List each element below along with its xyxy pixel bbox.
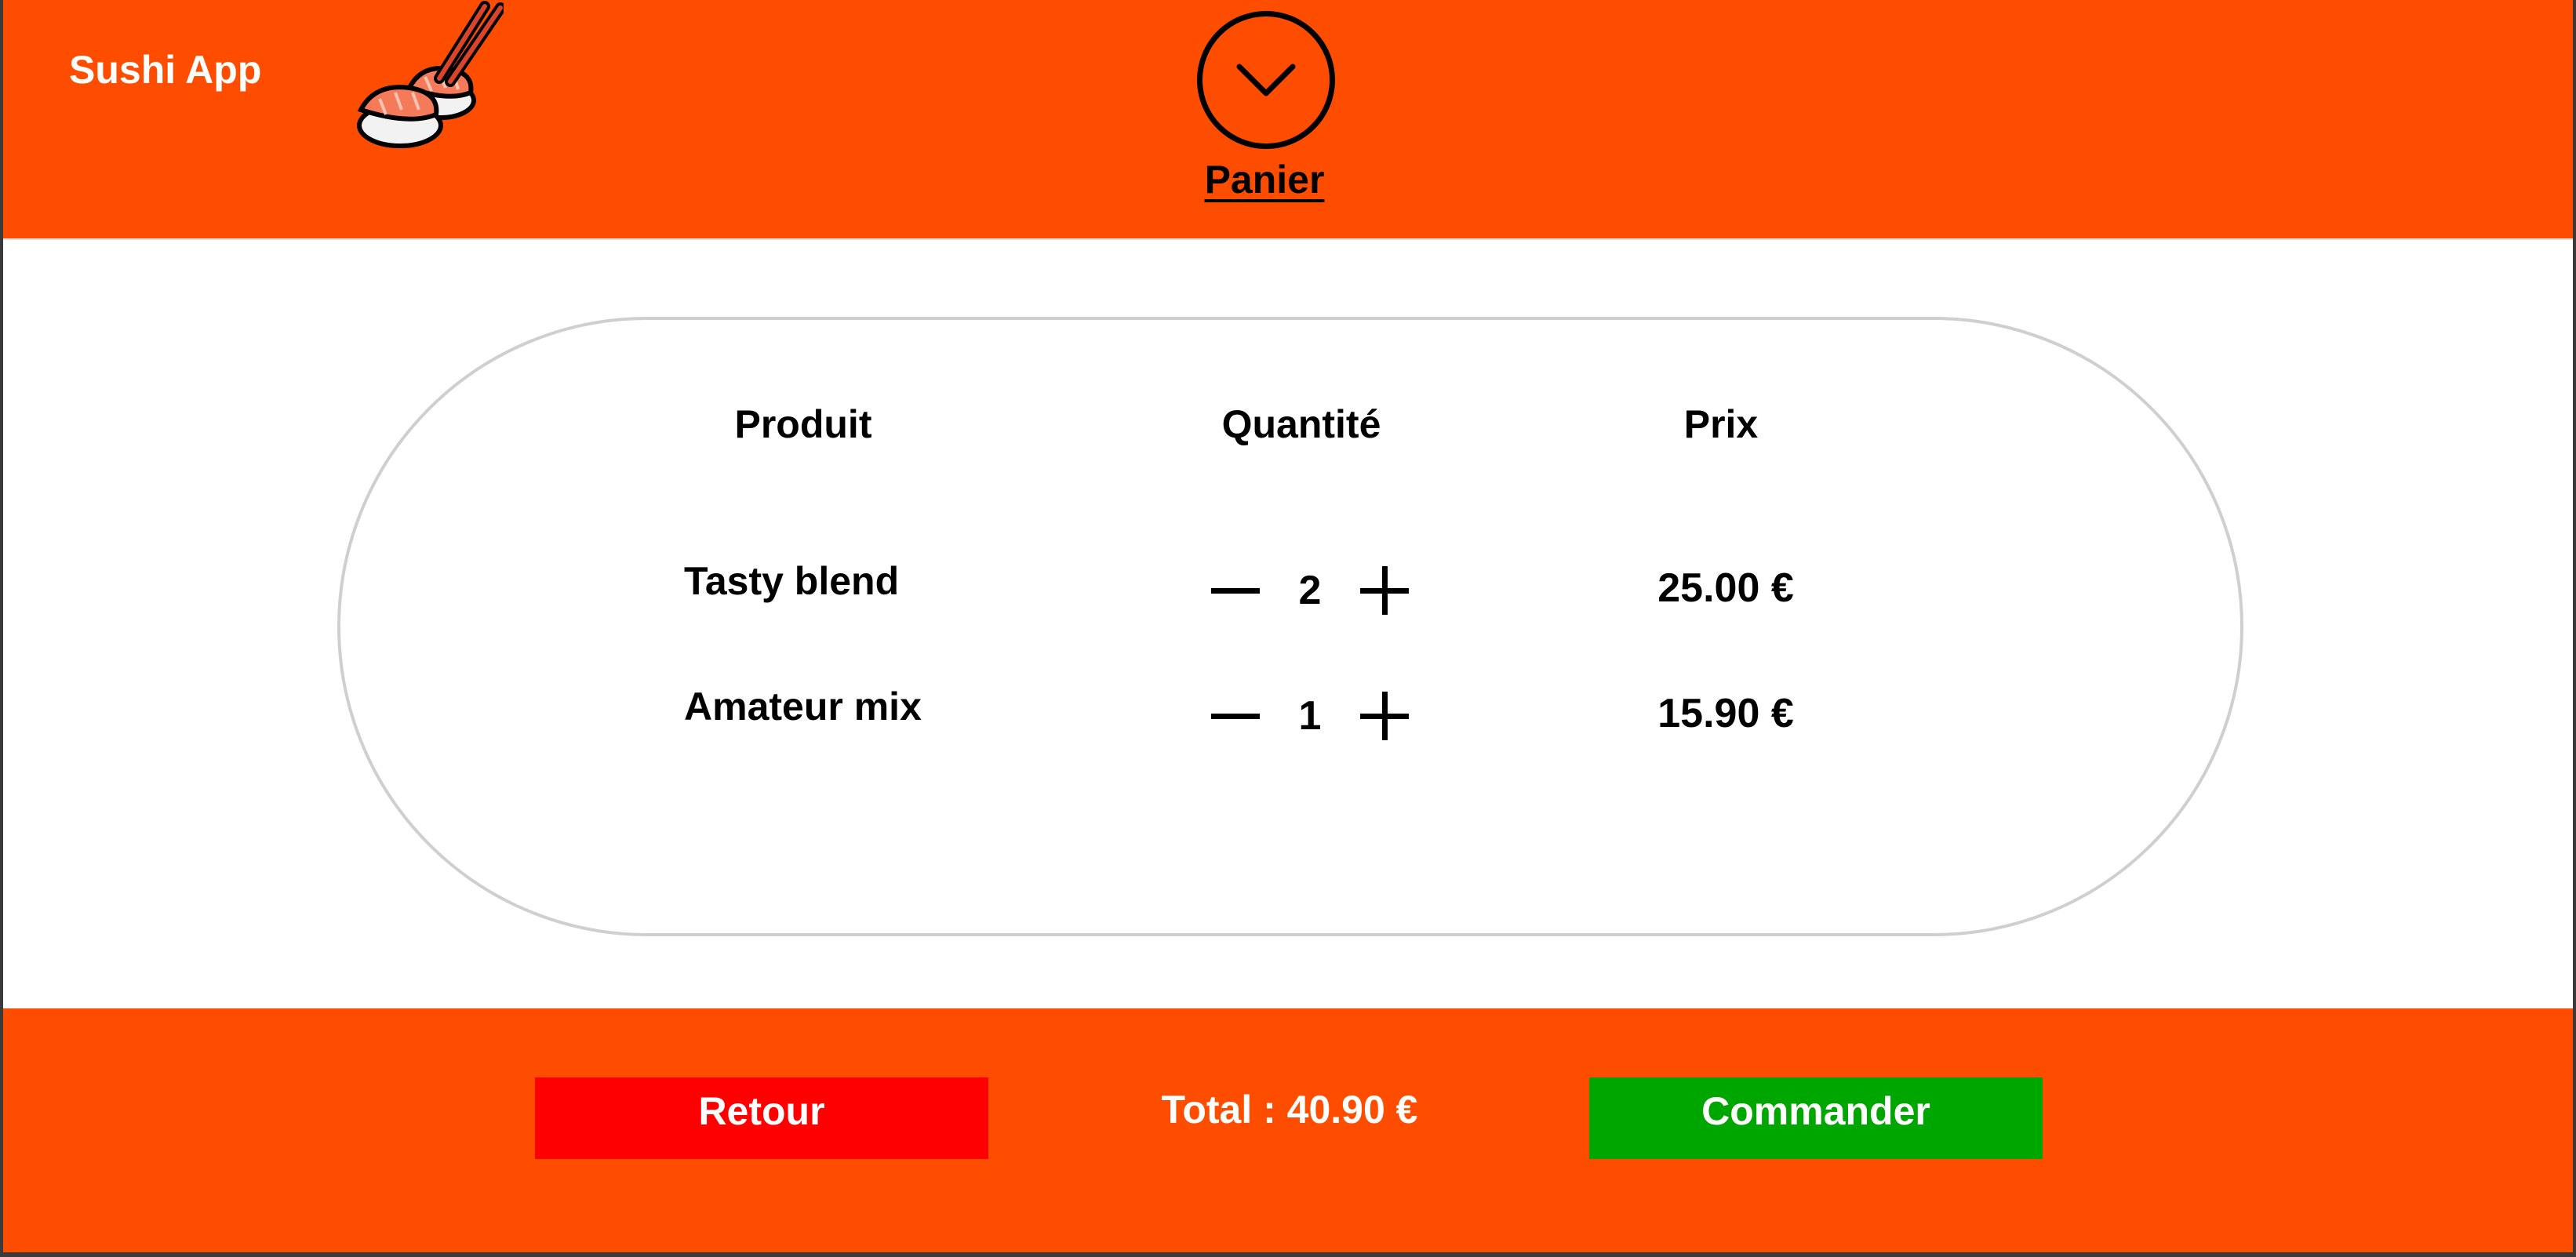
quantity-stepper: 2	[1208, 559, 1412, 622]
back-button[interactable]: Retour	[535, 1077, 988, 1159]
quantity-stepper: 1	[1208, 685, 1412, 747]
column-header-quantity: Quantité	[1221, 402, 1381, 446]
sushi-chopsticks-icon	[357, 1, 504, 148]
cart-item-price: 25.00 €	[1657, 565, 1794, 611]
footer-bar: Retour Total : 40.90 € Commander	[3, 1008, 2573, 1252]
cart-item-name: Tasty blend	[684, 559, 900, 603]
cart-item-name: Amateur mix	[684, 685, 922, 728]
order-button[interactable]: Commander	[1589, 1077, 2043, 1159]
app-window: Sushi App Panier Produit Quantité Prix T	[3, 0, 2573, 1252]
cart-title: Panier	[1204, 158, 1325, 202]
column-header-product: Produit	[734, 402, 872, 446]
decrease-quantity-button[interactable]	[1208, 563, 1263, 618]
cart-item-price: 15.90 €	[1657, 691, 1794, 736]
chevron-down-icon	[1236, 64, 1296, 96]
decrease-quantity-button[interactable]	[1208, 688, 1263, 743]
increase-quantity-button[interactable]	[1357, 563, 1412, 618]
increase-quantity-button[interactable]	[1357, 688, 1412, 743]
collapse-cart-button[interactable]	[1197, 11, 1335, 149]
quantity-value: 2	[1298, 568, 1322, 613]
minus-icon	[1211, 588, 1260, 594]
quantity-value: 1	[1298, 693, 1322, 739]
column-header-price: Prix	[1683, 402, 1759, 446]
order-total: Total : 40.90 €	[1161, 1088, 1418, 1132]
header-bar: Sushi App Panier	[3, 0, 2573, 240]
app-title: Sushi App	[69, 48, 262, 92]
minus-icon	[1211, 714, 1260, 719]
